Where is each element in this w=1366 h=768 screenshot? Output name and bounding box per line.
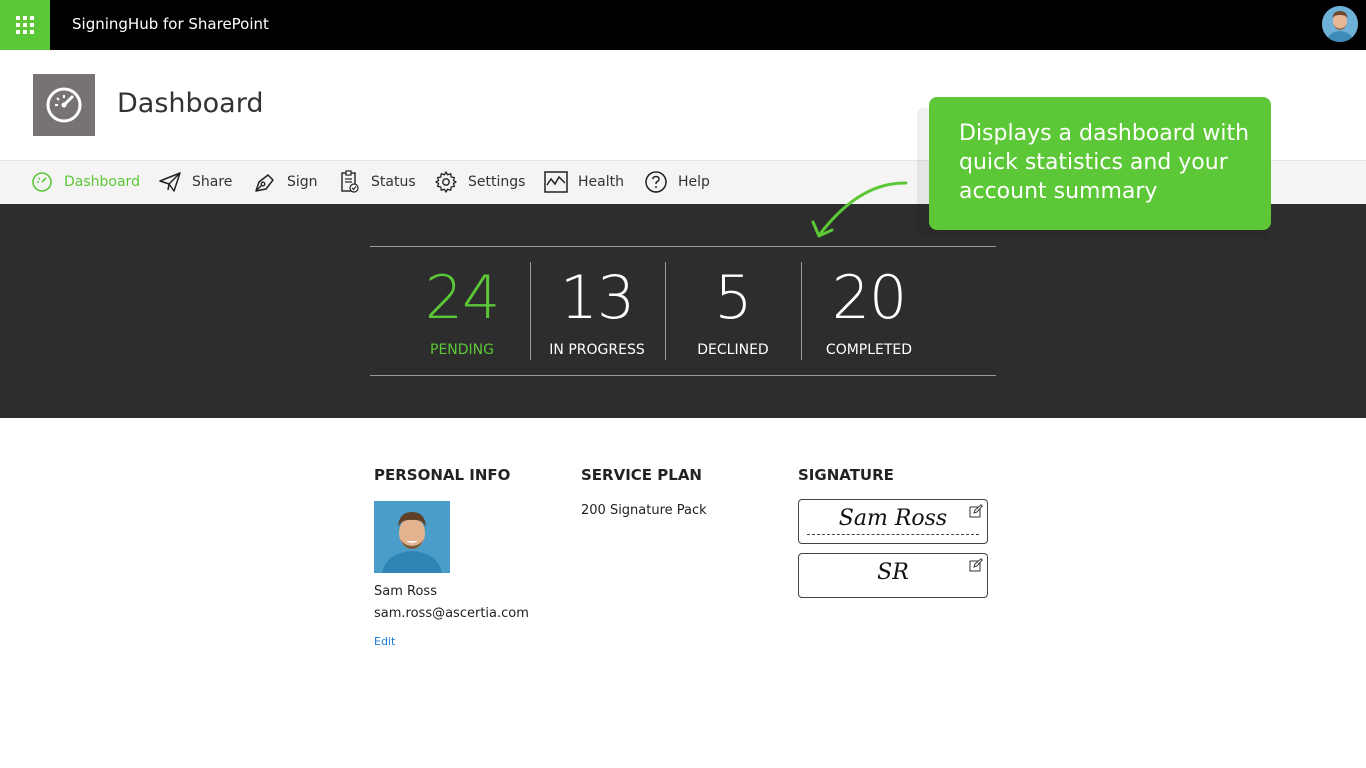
full-signature-text: Sam Ross bbox=[838, 506, 948, 531]
tab-status[interactable]: Status bbox=[337, 161, 416, 203]
service-plan-value: 200 Signature Pack bbox=[581, 503, 707, 518]
initials-box[interactable]: SR bbox=[798, 553, 988, 598]
user-email: sam.ross@ascertia.com bbox=[374, 606, 529, 621]
stat-in-progress-value: 13 bbox=[559, 263, 635, 333]
stat-completed[interactable]: 20 COMPLETED bbox=[801, 262, 937, 360]
dashboard-icon bbox=[30, 170, 54, 194]
stat-pending[interactable]: 24 PENDING bbox=[394, 262, 530, 360]
signature-baseline bbox=[807, 534, 979, 535]
service-plan-title: SERVICE PLAN bbox=[581, 466, 702, 484]
paper-plane-icon bbox=[158, 170, 182, 194]
top-bar: SigningHub for SharePoint bbox=[0, 0, 1366, 50]
tab-settings[interactable]: Settings bbox=[434, 161, 525, 203]
user-name: Sam Ross bbox=[374, 584, 437, 599]
app-title: SigningHub for SharePoint bbox=[72, 15, 269, 33]
stat-pending-value: 24 bbox=[424, 263, 500, 333]
user-avatar[interactable] bbox=[1322, 6, 1358, 42]
tab-settings-label: Settings bbox=[468, 174, 526, 190]
pulse-icon bbox=[544, 170, 568, 194]
stat-declined-value: 5 bbox=[714, 263, 752, 333]
initials-text: SR bbox=[877, 560, 909, 585]
signature-title: SIGNATURE bbox=[798, 466, 894, 484]
stats-bottom-divider bbox=[370, 375, 996, 376]
tab-health-label: Health bbox=[578, 174, 624, 190]
tab-sign[interactable]: Sign bbox=[253, 161, 318, 203]
question-icon bbox=[644, 170, 668, 194]
stat-completed-label: COMPLETED bbox=[825, 342, 913, 358]
tab-help[interactable]: Help bbox=[644, 161, 710, 203]
waffle-icon[interactable] bbox=[0, 0, 50, 50]
profile-photo bbox=[374, 501, 450, 573]
stat-declined-label: DECLINED bbox=[697, 342, 769, 358]
stat-in-progress[interactable]: 13 IN PROGRESS bbox=[529, 262, 665, 360]
page-title: Dashboard bbox=[117, 88, 264, 119]
stat-pending-label: PENDING bbox=[430, 342, 494, 358]
callout-tooltip: Displays a dashboard with quick statisti… bbox=[929, 97, 1271, 230]
tab-status-label: Status bbox=[371, 174, 416, 190]
tab-share[interactable]: Share bbox=[158, 161, 232, 203]
tab-help-label: Help bbox=[678, 174, 710, 190]
stat-completed-value: 20 bbox=[831, 263, 907, 333]
gear-icon bbox=[434, 170, 458, 194]
pen-icon bbox=[253, 170, 277, 194]
edit-signature-icon[interactable] bbox=[969, 504, 983, 518]
tab-sign-label: Sign bbox=[287, 174, 318, 190]
tab-dashboard-label: Dashboard bbox=[64, 174, 140, 190]
clipboard-icon bbox=[337, 170, 361, 194]
callout-arrow-icon bbox=[811, 181, 908, 238]
edit-profile-link[interactable]: Edit bbox=[374, 635, 395, 648]
stat-in-progress-label: IN PROGRESS bbox=[549, 342, 645, 358]
tab-dashboard[interactable]: Dashboard bbox=[30, 161, 140, 203]
full-signature-box[interactable]: Sam Ross bbox=[798, 499, 988, 544]
edit-initials-icon[interactable] bbox=[969, 558, 983, 572]
tab-health[interactable]: Health bbox=[544, 161, 624, 203]
tab-share-label: Share bbox=[192, 174, 233, 190]
stats-top-divider bbox=[370, 246, 996, 247]
stat-declined[interactable]: 5 DECLINED bbox=[665, 262, 801, 360]
speedometer-icon bbox=[33, 74, 95, 136]
personal-info-title: PERSONAL INFO bbox=[374, 466, 511, 484]
